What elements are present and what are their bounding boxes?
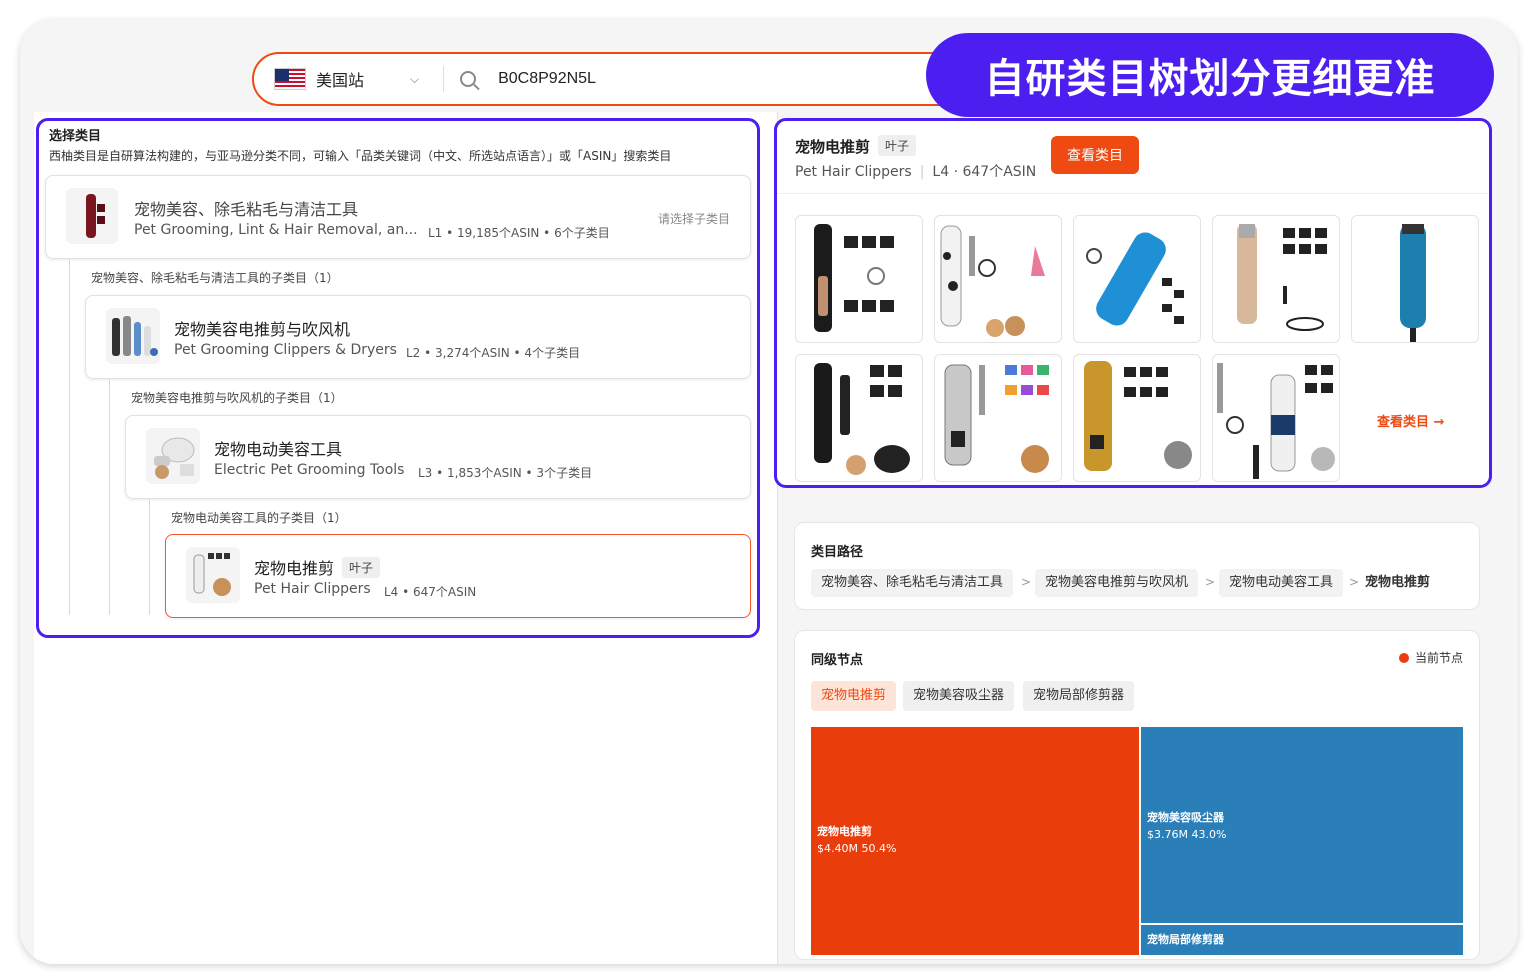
category-meta: L4 • 647个ASIN bbox=[384, 585, 477, 599]
category-title-text: 宠物电推剪 bbox=[795, 138, 871, 156]
category-detail-card: 宠物电推剪 叶子 Pet Hair Clippers | L4 · 647个ASIN … bbox=[774, 118, 1492, 488]
treemap-cell[interactable]: 宠物美容吸尘器 $3.76M 43.0% bbox=[1141, 727, 1463, 923]
treemap-cell-current[interactable]: 宠物电推剪 $4.40M 50.4% bbox=[811, 727, 1139, 955]
panel-title: 同级节点 bbox=[811, 653, 864, 668]
category-subtitle: Pet Hair Clippers | L4 · 647个ASIN bbox=[795, 161, 1036, 181]
product-image[interactable] bbox=[934, 354, 1062, 482]
category-name-cn: 宠物电动美容工具 bbox=[214, 440, 343, 459]
breadcrumb-separator: > bbox=[1349, 575, 1360, 589]
select-subcategory-hint: 请选择子类目 bbox=[657, 212, 730, 226]
divider bbox=[777, 193, 1489, 194]
category-name-cn: 宠物美容电推剪与吹风机 bbox=[174, 320, 351, 339]
divider bbox=[443, 66, 445, 92]
tree-connector bbox=[149, 499, 150, 615]
search-icon bbox=[460, 71, 477, 87]
section-description: 西柚类目是自研算法构建的，与亚马逊分类不同，可输入「品类关键词（中文、所选站点语… bbox=[49, 149, 672, 163]
product-image[interactable] bbox=[934, 215, 1062, 343]
category-name-cn: 宠物美容、除毛粘毛与清洁工具 bbox=[134, 200, 359, 219]
tree-connector bbox=[109, 379, 110, 615]
sibling-nodes-panel: 同级节点 当前节点 宠物电推剪 宠物美容吸尘器 宠物局部修剪器 宠物电推剪 $4… bbox=[794, 630, 1480, 960]
clipper-dog-image bbox=[193, 553, 231, 596]
breadcrumb-separator: > bbox=[1205, 575, 1216, 589]
category-name-text: 宠物电推剪 bbox=[254, 559, 335, 578]
category-meta: L1 • 19,185个ASIN • 6个子类目 bbox=[428, 226, 610, 240]
tree-connector bbox=[69, 259, 70, 615]
us-flag-icon bbox=[274, 68, 306, 90]
breadcrumb-item[interactable]: 宠物美容电推剪与吹风机 bbox=[1035, 569, 1199, 597]
sibling-chip[interactable]: 宠物局部修剪器 bbox=[1023, 681, 1135, 711]
treemap-cell-name: 宠物局部修剪器 bbox=[1147, 933, 1224, 946]
search-input[interactable] bbox=[498, 70, 699, 88]
sibling-chip-current[interactable]: 宠物电推剪 bbox=[811, 681, 897, 711]
category-path-panel: 类目路径 宠物美容、除毛粘毛与清洁工具 > 宠物美容电推剪与吹风机 > 宠物电动… bbox=[794, 522, 1480, 610]
subcategory-label: 宠物电动美容工具的子类目（1） bbox=[171, 511, 347, 525]
legend-dot-icon bbox=[1398, 653, 1409, 663]
product-image[interactable] bbox=[1073, 215, 1201, 343]
category-card-l2[interactable]: 宠物美容电推剪与吹风机 Pet Grooming Clippers & Drye… bbox=[85, 295, 751, 379]
grooming-tool-image bbox=[154, 437, 195, 479]
sibling-treemap: 宠物电推剪 $4.40M 50.4% 宠物美容吸尘器 $3.76M 43.0% … bbox=[811, 727, 1463, 957]
category-meta: L3 • 1,853个ASIN • 3个子类目 bbox=[418, 466, 593, 480]
treemap-cell[interactable]: 宠物局部修剪器 bbox=[1141, 925, 1463, 955]
product-image[interactable] bbox=[1212, 215, 1340, 343]
search-bar: 美国站 ⌵ bbox=[252, 52, 972, 106]
product-image[interactable] bbox=[795, 354, 923, 482]
category-name-en: Pet Hair Clippers bbox=[795, 164, 912, 180]
category-name-en: Pet Grooming, Lint & Hair Removal, an... bbox=[134, 222, 418, 238]
breadcrumb-current: 宠物电推剪 bbox=[1365, 575, 1431, 590]
site-select[interactable]: 美国站 bbox=[316, 67, 406, 91]
product-image[interactable] bbox=[1351, 215, 1479, 343]
product-image[interactable] bbox=[1212, 354, 1340, 482]
product-image[interactable] bbox=[795, 215, 923, 343]
category-name-cn: 宠物电推剪 叶子 bbox=[254, 555, 381, 579]
product-thumbnail bbox=[146, 428, 200, 484]
category-card-l4-selected[interactable]: 宠物电推剪 叶子 Pet Hair Clippers L4 • 647个ASIN bbox=[165, 534, 751, 618]
share-text: 43.0% bbox=[1191, 828, 1227, 841]
value-text: $3.76M bbox=[1147, 828, 1188, 841]
category-selector: 选择类目 西柚类目是自研算法构建的，与亚马逊分类不同，可输入「品类关键词（中文、… bbox=[36, 118, 760, 638]
clipper-image bbox=[86, 194, 105, 238]
category-card-l3[interactable]: 宠物电动美容工具 Electric Pet Grooming Tools L3 … bbox=[125, 415, 751, 499]
treemap-cell-name: 宠物美容吸尘器 bbox=[1147, 811, 1224, 824]
sibling-chip[interactable]: 宠物美容吸尘器 bbox=[903, 681, 1015, 711]
category-name-en: Electric Pet Grooming Tools bbox=[214, 462, 405, 478]
section-title: 选择类目 bbox=[49, 129, 102, 144]
promo-banner: 自研类目树划分更细更准 bbox=[926, 33, 1494, 117]
product-thumbnail bbox=[66, 188, 118, 244]
category-name-en: Pet Hair Clippers bbox=[254, 581, 371, 597]
divider: | bbox=[919, 164, 925, 180]
view-category-link[interactable]: 查看类目 → bbox=[1377, 411, 1444, 430]
value-text: $4.40M bbox=[817, 842, 858, 855]
category-card-l1[interactable]: 宠物美容、除毛粘毛与清洁工具 Pet Grooming, Lint & Hair… bbox=[45, 175, 751, 259]
current-node-legend: 当前节点 bbox=[1398, 649, 1463, 666]
category-name-en: Pet Grooming Clippers & Dryers bbox=[174, 342, 397, 358]
product-image[interactable] bbox=[1073, 354, 1201, 482]
breadcrumb-item[interactable]: 宠物美容、除毛粘毛与清洁工具 bbox=[811, 569, 1014, 597]
chevron-down-icon[interactable]: ⌵ bbox=[410, 72, 419, 87]
share-text: 50.4% bbox=[861, 842, 897, 855]
breadcrumb-item[interactable]: 宠物电动美容工具 bbox=[1219, 569, 1344, 597]
leaf-badge: 叶子 bbox=[342, 557, 381, 578]
category-meta: L4 · 647个ASIN bbox=[932, 164, 1037, 180]
breadcrumb-separator: > bbox=[1021, 575, 1032, 589]
panel-title: 类目路径 bbox=[811, 545, 864, 560]
treemap-cell-name: 宠物电推剪 bbox=[817, 825, 872, 838]
subcategory-label: 宠物美容电推剪与吹风机的子类目（1） bbox=[131, 391, 343, 405]
leaf-badge: 叶子 bbox=[878, 135, 917, 156]
legend-label: 当前节点 bbox=[1414, 651, 1463, 665]
subcategory-label: 宠物美容、除毛粘毛与清洁工具的子类目（1） bbox=[91, 271, 339, 285]
product-thumbnail bbox=[106, 308, 160, 364]
clipper-set-image bbox=[112, 316, 158, 356]
view-category-button[interactable]: 查看类目 bbox=[1051, 136, 1139, 174]
product-thumbnail bbox=[186, 547, 240, 603]
treemap-cell-value: $4.40M 50.4% bbox=[817, 842, 1133, 855]
category-meta: L2 • 3,274个ASIN • 4个子类目 bbox=[406, 346, 581, 360]
treemap-cell-value: $3.76M 43.0% bbox=[1147, 828, 1457, 841]
category-title: 宠物电推剪 叶子 bbox=[795, 135, 917, 157]
